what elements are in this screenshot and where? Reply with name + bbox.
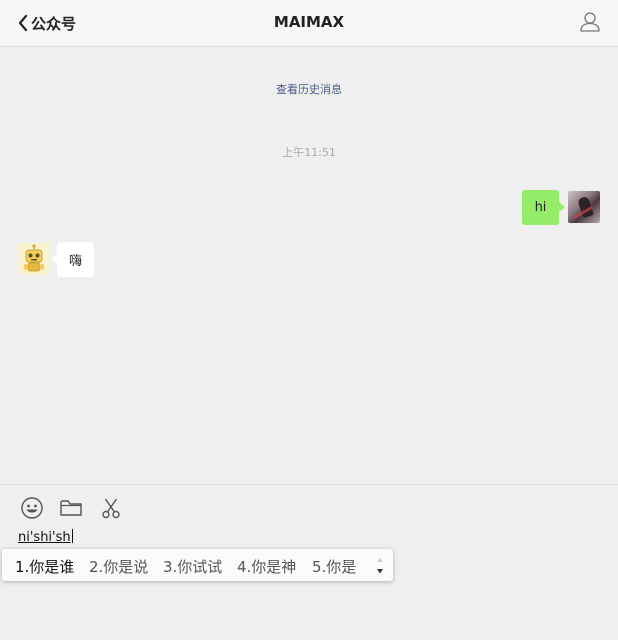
- incoming-message-bubble[interactable]: 嗨: [51, 242, 94, 277]
- profile-icon[interactable]: [579, 11, 601, 33]
- history-messages-link[interactable]: 查看历史消息: [276, 83, 342, 96]
- scissors-icon[interactable]: [99, 496, 123, 520]
- emoji-icon[interactable]: [20, 496, 44, 520]
- chat-title: MAIMAX: [273, 13, 345, 31]
- user-avatar[interactable]: [568, 191, 600, 223]
- message-text: 嗨: [68, 254, 82, 269]
- back-button[interactable]: 公众号: [17, 12, 76, 34]
- ime-candidate[interactable]: 2.你是说: [89, 556, 148, 577]
- ime-candidate[interactable]: 5.你是: [312, 556, 356, 577]
- page-arrows-icon[interactable]: [375, 557, 385, 575]
- message-text: hi: [534, 200, 547, 215]
- ime-candidate[interactable]: 4.你是神: [237, 556, 296, 577]
- official-account-avatar[interactable]: [18, 243, 50, 275]
- folder-icon[interactable]: [59, 496, 83, 520]
- robot-icon: [24, 244, 44, 272]
- ime-candidate[interactable]: 3.你试试: [163, 556, 222, 577]
- ime-candidate-panel: 1.你是谁 2.你是说 3.你试试 4.你是神 5.你是: [2, 549, 393, 581]
- outgoing-message-bubble[interactable]: hi: [522, 190, 565, 225]
- history-messages-link-row: 查看历史消息: [0, 81, 618, 97]
- composition-text[interactable]: ni'shi'sh: [18, 529, 73, 546]
- ime-candidate[interactable]: 1.你是谁: [15, 556, 74, 577]
- chevron-left-icon: [18, 14, 28, 32]
- back-label: 公众号: [31, 14, 77, 33]
- chat-header: 公众号 MAIMAX: [0, 0, 618, 47]
- message-timestamp: 上午11:51: [282, 146, 336, 159]
